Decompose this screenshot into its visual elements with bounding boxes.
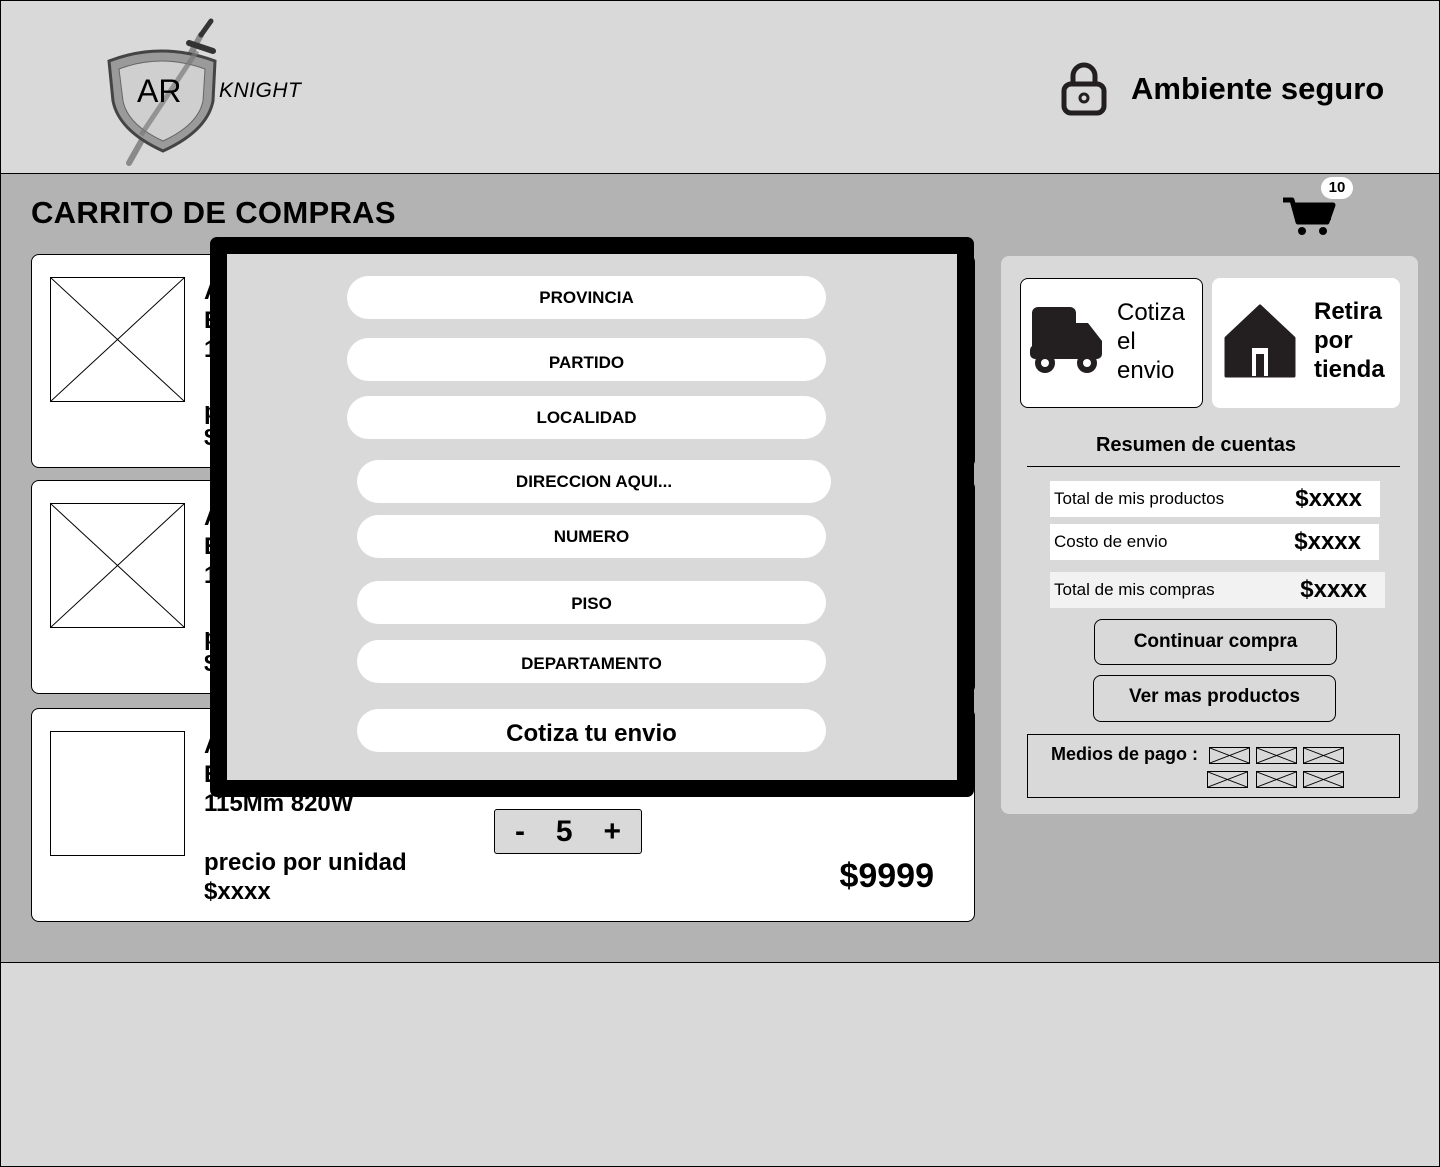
logo-initials: AR bbox=[137, 73, 182, 109]
header: AR KNIGHT Ambiente seguro bbox=[0, 0, 1440, 174]
payment-methods-label: Medios de pago : bbox=[1051, 744, 1199, 764]
shipping-quote-modal: PROVINCIA PARTIDO LOCALIDAD DIRECCION AQ… bbox=[210, 237, 974, 797]
number-field[interactable]: NUMERO bbox=[357, 515, 826, 558]
summary-divider bbox=[1027, 466, 1400, 467]
secure-environment-badge: Ambiente seguro bbox=[1061, 59, 1384, 119]
summary-row-products: Total de mis productos $xxxx bbox=[1050, 481, 1380, 517]
increase-quantity-button[interactable]: + bbox=[603, 815, 621, 849]
unit-price: $xxxx bbox=[204, 878, 271, 905]
quantity-stepper[interactable]: - 5 + bbox=[494, 809, 642, 854]
summary-title: Resumen de cuentas bbox=[1095, 434, 1297, 456]
store-pickup-label: Retira por tienda bbox=[1314, 298, 1385, 383]
logo-name: KNIGHT bbox=[219, 79, 302, 102]
payment-method-icon bbox=[1303, 771, 1344, 788]
province-field[interactable]: PROVINCIA bbox=[347, 276, 826, 319]
payment-method-icon bbox=[1207, 771, 1248, 788]
store-pickup-option[interactable]: Retira por tienda bbox=[1212, 278, 1400, 408]
order-summary-panel: Cotiza el envio Retira por tienda Resume… bbox=[1001, 256, 1418, 814]
lock-icon bbox=[1061, 62, 1107, 116]
summary-row-label: Total de mis compras bbox=[1054, 580, 1215, 599]
payment-method-icon bbox=[1256, 771, 1297, 788]
product-image-placeholder bbox=[50, 731, 185, 856]
product-image-placeholder bbox=[50, 277, 185, 402]
quantity-value: 5 bbox=[555, 814, 573, 848]
cart-icon bbox=[1283, 197, 1336, 235]
footer bbox=[0, 962, 1440, 1167]
summary-row-label: Costo de envio bbox=[1054, 532, 1168, 551]
product-image-placeholder bbox=[50, 503, 185, 628]
summary-row-shipping: Costo de envio $xxxx bbox=[1050, 524, 1379, 560]
payment-method-icon bbox=[1303, 747, 1344, 764]
summary-row-value: $xxxx bbox=[1294, 528, 1361, 555]
cart-count-badge: 10 bbox=[1321, 177, 1353, 199]
summary-row-value: $xxxx bbox=[1295, 485, 1362, 512]
locality-field[interactable]: LOCALIDAD bbox=[347, 396, 826, 439]
secure-label: Ambiente seguro bbox=[1131, 71, 1385, 106]
home-icon bbox=[1224, 304, 1296, 378]
summary-row-value: $xxxx bbox=[1300, 576, 1367, 603]
decrease-quantity-button[interactable]: - bbox=[515, 815, 525, 849]
quote-shipping-label: Cotiza el envio bbox=[1117, 299, 1186, 384]
address-field[interactable]: DIRECCION AQUI... bbox=[357, 460, 831, 503]
payment-method-icon bbox=[1209, 747, 1250, 764]
payment-method-icon bbox=[1256, 747, 1297, 764]
see-more-products-button[interactable]: Ver mas productos bbox=[1093, 675, 1336, 722]
summary-row-label: Total de mis productos bbox=[1054, 489, 1225, 508]
apartment-field[interactable]: DEPARTAMENTO bbox=[357, 640, 826, 683]
partido-field[interactable]: PARTIDO bbox=[347, 338, 826, 381]
quote-shipping-submit-button[interactable]: Cotiza tu envio bbox=[357, 709, 826, 752]
unit-price-label: precio por unidad bbox=[204, 849, 407, 876]
image-placeholder-icon bbox=[51, 278, 184, 401]
payment-methods: Medios de pago : bbox=[1027, 734, 1400, 798]
truck-icon bbox=[1030, 307, 1102, 373]
page-title: CARRITO DE COMPRAS bbox=[31, 195, 396, 230]
image-placeholder-icon bbox=[51, 504, 184, 627]
continue-purchase-button[interactable]: Continuar compra bbox=[1094, 619, 1337, 665]
floor-field[interactable]: PISO bbox=[357, 581, 826, 624]
item-total-price: $9999 bbox=[839, 857, 934, 895]
summary-row-grand-total: Total de mis compras $xxxx bbox=[1050, 572, 1385, 608]
quote-shipping-option[interactable]: Cotiza el envio bbox=[1020, 278, 1203, 408]
